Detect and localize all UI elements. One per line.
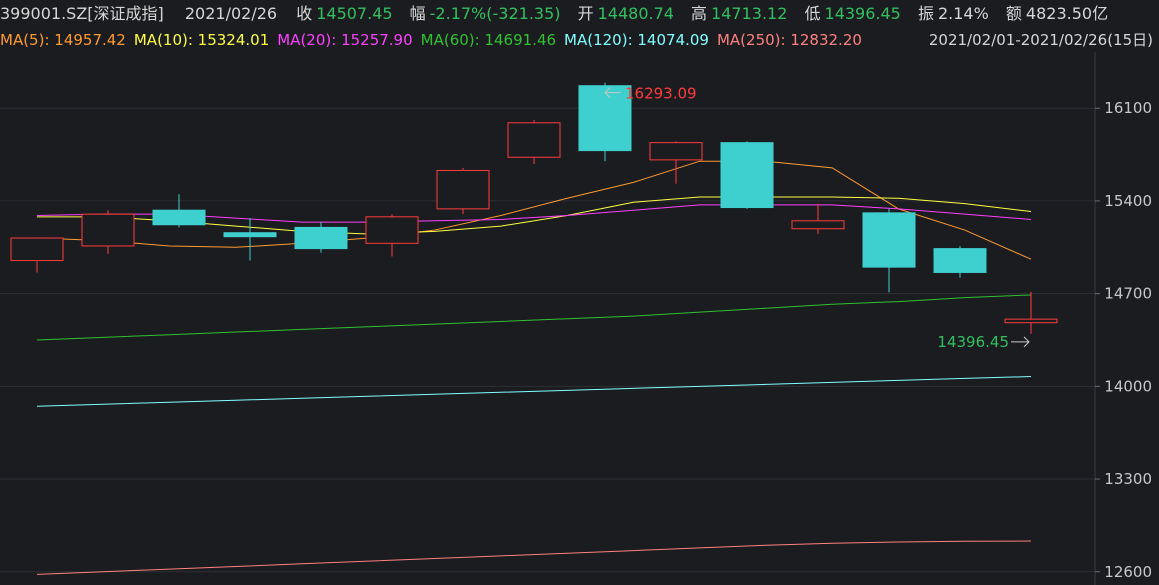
candle-body: [294, 226, 348, 250]
symbol-label[interactable]: 399001.SZ[深证成指]: [0, 4, 164, 23]
min-price-label: 14396.45: [937, 333, 1009, 351]
ma-legend-item: MA(5): 14957.42: [0, 31, 126, 49]
max-price-label: 16293.09: [625, 85, 697, 103]
candle: [933, 245, 987, 278]
grid: [0, 107, 1095, 573]
candle: [294, 222, 348, 253]
amp-label: 振: [917, 4, 934, 23]
open-value: 14480.74: [597, 4, 674, 23]
candle-body: [152, 209, 206, 226]
candle-body: [933, 248, 987, 273]
low-label: 低: [804, 4, 821, 23]
candle: [223, 218, 277, 261]
amp-value: 2.14%: [937, 4, 989, 23]
y-tick-label: 12600: [1104, 563, 1152, 581]
high-label: 高: [691, 4, 708, 23]
candle-body: [365, 216, 419, 244]
annotations: 16293.09 14396.45: [604, 85, 1030, 351]
candle-body: [507, 122, 561, 158]
kline-chart[interactable]: 16293.09 14396.45 12600 13300 14000 14700 154…: [0, 0, 1159, 585]
candle-body: [578, 85, 632, 152]
candle: [365, 214, 419, 257]
candle-body: [862, 212, 916, 268]
close-value: 14507.45: [316, 4, 393, 23]
y-tick-label: 15400: [1104, 192, 1152, 210]
min-arrow-icon: [1011, 336, 1030, 348]
y-tick-label: 14000: [1104, 377, 1152, 395]
candle: [1004, 291, 1058, 334]
amount-value: 4823.50亿: [1025, 4, 1109, 23]
candle-body: [720, 142, 774, 209]
candle-body: [436, 169, 490, 210]
candle: [578, 82, 632, 162]
candle-body: [223, 232, 277, 238]
date-label: 2021/02/26: [184, 4, 278, 23]
y-tick-label: 16100: [1104, 99, 1152, 117]
quote-header: 399001.SZ[深证成指] 2021/02/26 收 14507.45 幅 -2…: [0, 0, 1159, 28]
candle-body: [1004, 318, 1058, 324]
open-label: 开: [577, 4, 594, 23]
candle: [81, 210, 135, 254]
candle: [862, 208, 916, 293]
candle: [720, 141, 774, 209]
date-range-label[interactable]: 2021/02/01-2021/02/26(15日): [928, 28, 1153, 52]
amount-label: 额: [1005, 4, 1022, 23]
candle-body: [649, 142, 703, 161]
candle: [507, 120, 561, 164]
ma-line: [36, 294, 1032, 341]
y-tick-label: 14700: [1104, 285, 1152, 303]
y-tick-label: 13300: [1104, 470, 1152, 488]
ma-legend-item: MA(60): 14691.46: [420, 31, 557, 49]
candle-body: [81, 213, 135, 247]
low-value: 14396.45: [824, 4, 901, 23]
close-label: 收: [296, 4, 313, 23]
high-value: 14713.12: [711, 4, 788, 23]
ma-legend-item: MA(10): 15324.01: [133, 31, 270, 49]
change-label: 幅: [409, 4, 426, 23]
ma-legend-item: MA(120): 14074.09: [564, 31, 709, 49]
candle: [152, 194, 206, 228]
ma-legend-item: MA(250): 12832.20: [716, 31, 862, 49]
y-axis: 12600 13300 14000 14700 15400 16100: [1094, 52, 1152, 585]
ma-line: [36, 540, 1032, 575]
candle-body: [791, 220, 845, 230]
ma-legend-item: MA(20): 15257.90: [277, 31, 413, 49]
candles: [10, 82, 1058, 334]
candle: [436, 167, 490, 215]
ma-line: [36, 376, 1032, 407]
candle: [791, 203, 845, 235]
candle: [10, 237, 64, 273]
change-value: -2.17%(-321.35): [429, 4, 561, 23]
candle-body: [10, 237, 64, 262]
